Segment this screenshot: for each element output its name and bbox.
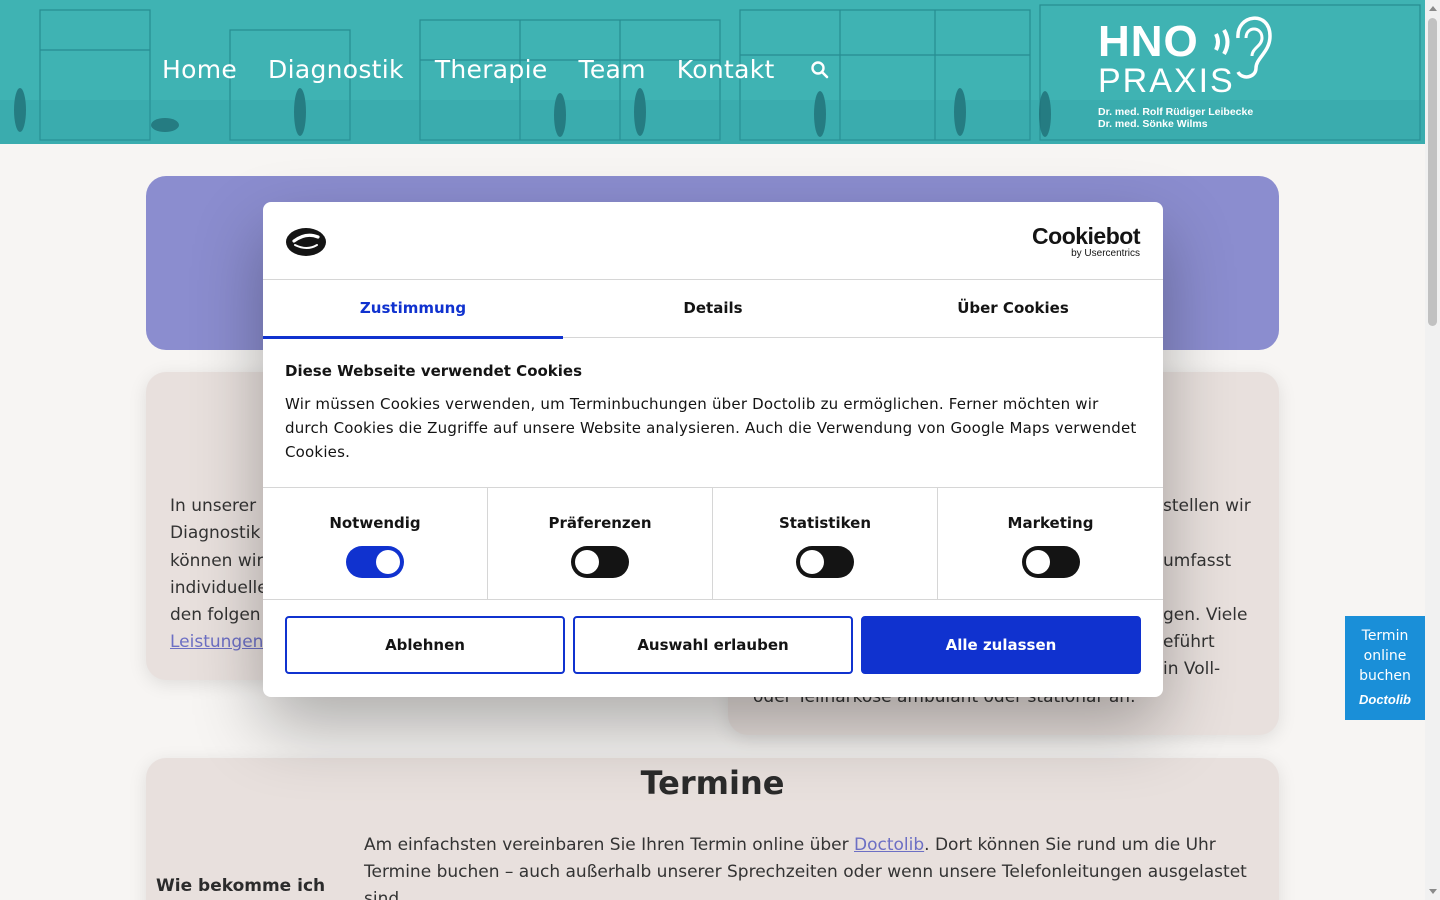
toggle-praeferenzen[interactable] [571,546,629,578]
cookiebot-brand-sub: by Usercentrics [1071,248,1140,259]
scroll-down-arrow-icon[interactable] [1429,889,1437,894]
toggle-marketing[interactable] [1021,546,1080,578]
consent-buttons: Ablehnen Auswahl erlauben Alle zulassen [285,616,1141,674]
tab-details[interactable]: Details [563,280,863,338]
consent-tabs: Zustimmung Details Über Cookies [263,280,1163,339]
cookiebot-brand[interactable]: Cookiebot by Usercentrics [1032,224,1140,259]
toggle-notwendig[interactable] [346,546,404,578]
decline-button[interactable]: Ablehnen [285,616,565,674]
consent-title: Diese Webseite verwendet Cookies [285,362,583,380]
cookie-consent-dialog: Cookiebot by Usercentrics Zustimmung Det… [263,202,1163,697]
tab-ueber-cookies[interactable]: Über Cookies [863,280,1163,338]
category-label: Statistiken [778,514,872,532]
scroll-up-arrow-icon[interactable] [1429,6,1437,11]
consent-categories: Notwendig Präferenzen Statistiken Market… [263,487,1163,600]
category-marketing: Marketing [938,488,1163,600]
category-praeferenzen: Präferenzen [488,488,713,600]
tab-zustimmung[interactable]: Zustimmung [263,280,563,339]
consent-body: Diese Webseite verwendet Cookies Wir müs… [285,362,1145,464]
toggle-knob [575,550,599,574]
cookiebot-logo-icon [286,228,326,256]
category-label: Notwendig [329,514,421,532]
allow-all-button[interactable]: Alle zulassen [861,616,1141,674]
category-label: Marketing [1007,514,1094,532]
toggle-statistiken[interactable] [796,546,854,578]
toggle-knob [376,550,400,574]
toggle-knob [1025,550,1050,574]
toggle-knob [800,550,824,574]
dialog-header: Cookiebot by Usercentrics [263,202,1163,280]
allow-selection-button[interactable]: Auswahl erlauben [573,616,853,674]
cookiebot-brand-name: Cookiebot [1032,223,1140,249]
category-label: Präferenzen [548,514,652,532]
page-scrollbar[interactable] [1425,0,1440,900]
consent-text: Wir müssen Cookies verwenden, um Terminb… [285,395,1137,461]
scrollbar-thumb[interactable] [1428,18,1437,326]
category-statistiken: Statistiken [713,488,938,600]
category-notwendig: Notwendig [263,488,488,600]
